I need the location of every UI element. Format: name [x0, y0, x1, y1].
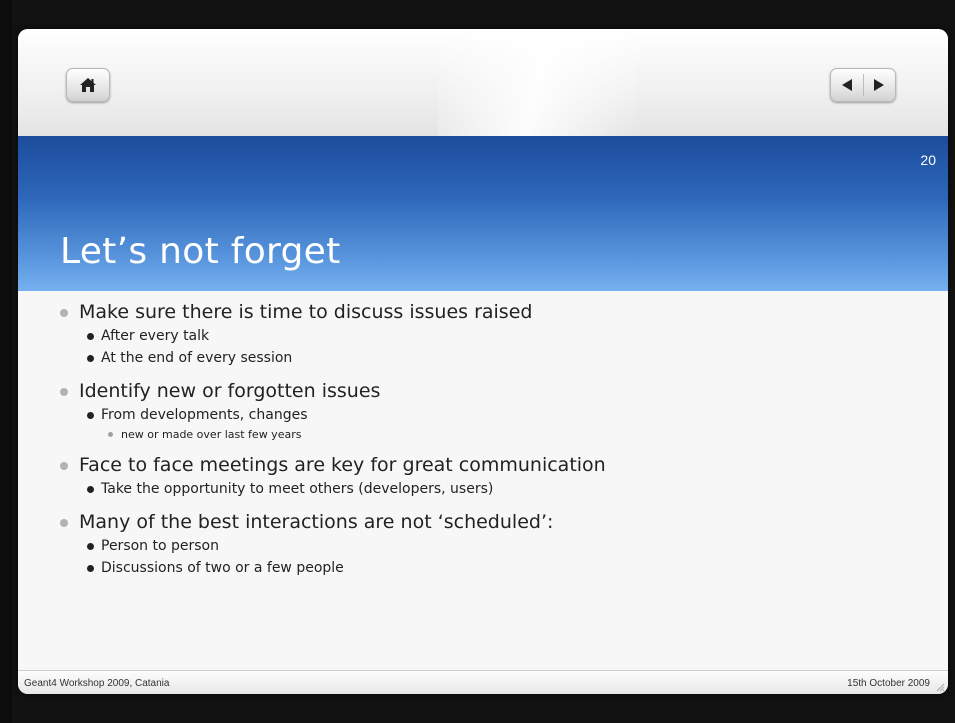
bullet-dot: [87, 333, 94, 340]
footer-date: 15th October 2009: [847, 678, 930, 689]
bullet-level2: Discussions of two or a few people: [54, 557, 934, 579]
slide: 20 Let’s not forget Make sure there is t…: [18, 29, 948, 694]
bullet-dot: [60, 462, 68, 470]
footer-event: Geant4 Workshop 2009, Catania: [24, 678, 170, 689]
bullet-dot: [60, 309, 68, 317]
slide-number: 20: [920, 152, 936, 168]
bullet-level3: new or made over last few years: [54, 426, 934, 443]
next-arrow-icon: [874, 79, 885, 91]
bullet-level2: Take the opportunity to meet others (dev…: [54, 478, 934, 500]
slide-body: Make sure there is time to discuss issue…: [54, 299, 934, 579]
next-slide-button[interactable]: [863, 69, 895, 101]
previous-arrow-icon: [841, 79, 852, 91]
home-icon: [80, 78, 96, 92]
slide-navigation: [830, 68, 896, 102]
bullet-level2: At the end of every session: [54, 347, 934, 369]
bullet-dot: [108, 432, 113, 437]
bullet-dot: [87, 412, 94, 419]
bullet-dot: [87, 565, 94, 572]
previous-slide-button[interactable]: [831, 69, 863, 101]
bullet-dot: [60, 388, 68, 396]
bullet-dot: [87, 486, 94, 493]
resize-grip-icon[interactable]: [936, 683, 945, 692]
bullet-level1: Make sure there is time to discuss issue…: [54, 299, 934, 325]
bullet-dot: [87, 543, 94, 550]
slide-toolbar: [18, 29, 948, 136]
bullet-level1: Face to face meetings are key for great …: [54, 452, 934, 478]
bullet-level2: Person to person: [54, 535, 934, 557]
bullet-level1: Identify new or forgotten issues: [54, 378, 934, 404]
slide-title: Let’s not forget: [60, 231, 341, 272]
bullet-level2: After every talk: [54, 325, 934, 347]
window-edge: [0, 0, 12, 723]
home-button[interactable]: [66, 68, 110, 102]
slide-footer: Geant4 Workshop 2009, Catania 15th Octob…: [18, 670, 948, 694]
bullet-dot: [60, 519, 68, 527]
bullet-level2: From developments, changes: [54, 404, 934, 426]
bullet-level1: Many of the best interactions are not ‘s…: [54, 509, 934, 535]
bullet-dot: [87, 355, 94, 362]
